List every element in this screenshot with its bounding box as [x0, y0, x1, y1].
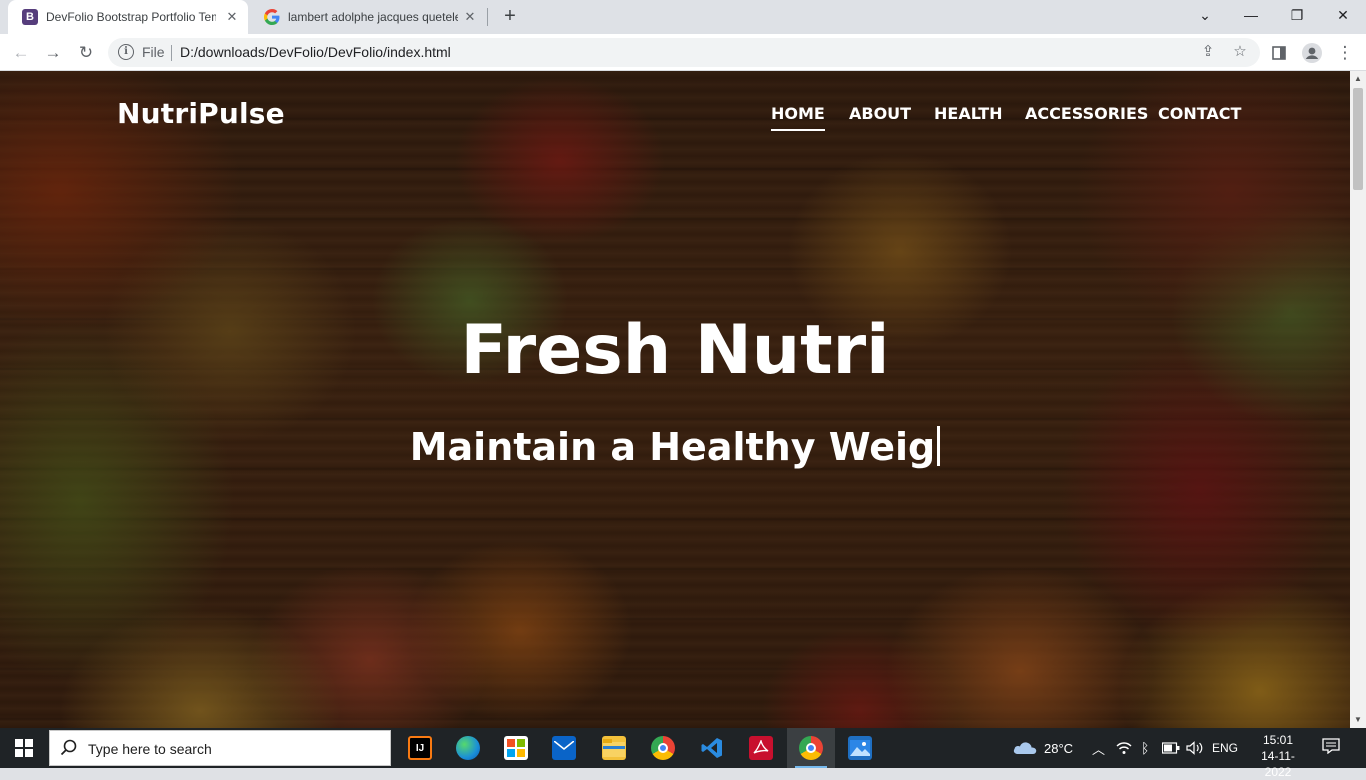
close-tab-icon[interactable]: ✕ [224, 9, 240, 25]
nav-health[interactable]: HEALTH [934, 104, 1003, 123]
hero-subtitle: Maintain a Healthy Weig [409, 425, 936, 469]
page-scrollbar[interactable]: ▲ ▼ [1350, 71, 1366, 728]
weather-widget[interactable]: 28°C [1012, 728, 1073, 768]
bookmark-star-icon[interactable]: ☆ [1230, 42, 1250, 62]
taskbar-store[interactable] [492, 728, 540, 768]
browser-tab-active[interactable]: B DevFolio Bootstrap Portfolio Tem ✕ [8, 0, 248, 34]
edge-icon [456, 736, 480, 760]
hero-subtitle-container: Maintain a Healthy Weig [0, 425, 1350, 469]
battery-icon[interactable] [1162, 728, 1180, 768]
nav-contact[interactable]: CONTACT [1158, 104, 1241, 123]
close-window-button[interactable]: ✕ [1320, 0, 1366, 30]
volume-icon[interactable] [1186, 728, 1204, 768]
url-text[interactable]: D:/downloads/DevFolio/DevFolio/index.htm… [180, 44, 451, 60]
bluetooth-icon[interactable]: ᛒ [1141, 728, 1149, 768]
taskbar-photos[interactable] [836, 728, 884, 768]
chrome-icon [799, 736, 823, 760]
typing-cursor [937, 426, 941, 466]
scroll-up-arrow-icon[interactable]: ▲ [1350, 71, 1366, 87]
minimize-button[interactable]: — [1228, 0, 1274, 30]
taskbar-intellij[interactable]: IJ [396, 728, 444, 768]
hero-title: Fresh Nutri [460, 311, 890, 390]
file-explorer-icon [602, 736, 626, 760]
tab-title: lambert adolphe jacques quetele [288, 10, 458, 24]
vscode-icon [700, 736, 724, 760]
scroll-down-arrow-icon[interactable]: ▼ [1350, 712, 1366, 728]
notification-center-icon[interactable] [1320, 738, 1342, 758]
intellij-icon: IJ [408, 736, 432, 760]
store-icon [504, 736, 528, 760]
browser-tab[interactable]: lambert adolphe jacques quetele ✕ [250, 0, 486, 34]
mail-icon [552, 736, 576, 760]
taskbar-chrome[interactable] [639, 728, 687, 768]
browser-toolbar: ← → ↻ i File D:/downloads/DevFolio/DevFo… [0, 34, 1366, 71]
photos-icon [848, 736, 872, 760]
scroll-thumb[interactable] [1353, 88, 1363, 190]
scheme-label: File [142, 44, 165, 60]
address-divider [171, 45, 172, 61]
site-info-icon[interactable]: i [118, 44, 134, 60]
clock-time: 15:01 [1262, 733, 1294, 747]
language-indicator[interactable]: ENG [1212, 728, 1238, 768]
nav-about[interactable]: ABOUT [849, 104, 911, 123]
taskbar-vscode[interactable] [688, 728, 736, 768]
share-icon[interactable]: ⇪ [1198, 42, 1218, 62]
weather-temp: 28°C [1044, 740, 1074, 756]
forward-button[interactable]: → [39, 39, 67, 67]
reload-button[interactable]: ↻ [72, 39, 100, 67]
tab-search-button[interactable]: ⌄ [1182, 0, 1228, 30]
taskbar-acrobat[interactable] [737, 728, 785, 768]
hero-overlay [0, 71, 1350, 728]
back-button[interactable]: ← [7, 39, 35, 67]
google-icon [264, 9, 280, 25]
taskbar-edge[interactable] [444, 728, 492, 768]
tab-divider [487, 8, 488, 26]
profile-avatar-icon[interactable] [1298, 39, 1326, 67]
address-bar[interactable]: i File D:/downloads/DevFolio/DevFolio/in… [108, 38, 1260, 67]
chrome-icon [651, 736, 675, 760]
hero-section: NutriPulse HOME ABOUT HEALTH ACCESSORIES… [0, 71, 1350, 728]
site-brand[interactable]: NutriPulse [117, 97, 285, 130]
nav-accessories[interactable]: ACCESSORIES [1025, 104, 1148, 123]
browser-tab-strip: B DevFolio Bootstrap Portfolio Tem ✕ lam… [0, 0, 1366, 34]
clock-date: 14-11-2022 [1261, 749, 1295, 779]
search-icon [60, 739, 80, 759]
taskbar-search-box[interactable]: Type here to search [49, 730, 391, 766]
restore-button[interactable]: ❐ [1274, 0, 1320, 30]
page-viewport: NutriPulse HOME ABOUT HEALTH ACCESSORIES… [0, 71, 1366, 728]
bootstrap-icon: B [22, 9, 38, 25]
windows-taskbar: Type here to search IJ 28°C ︿ ᛒ ENG 15:0… [0, 728, 1366, 779]
acrobat-icon [749, 736, 773, 760]
cloud-icon [1012, 739, 1038, 758]
side-panel-icon[interactable] [1265, 39, 1293, 67]
start-button[interactable] [0, 728, 48, 768]
taskbar-chrome-active[interactable] [787, 728, 835, 768]
taskbar-file-explorer[interactable] [590, 728, 638, 768]
browser-menu-icon[interactable]: ⋮ [1331, 39, 1359, 67]
windows-logo-icon [15, 739, 33, 757]
close-tab-icon[interactable]: ✕ [462, 9, 478, 25]
search-placeholder: Type here to search [88, 741, 212, 757]
wifi-icon[interactable] [1116, 728, 1132, 768]
taskbar-mail[interactable] [540, 728, 588, 768]
nav-home[interactable]: HOME [771, 104, 825, 131]
tray-overflow-icon[interactable]: ︿ [1092, 728, 1105, 768]
tab-title: DevFolio Bootstrap Portfolio Tem [46, 10, 216, 24]
new-tab-button[interactable]: + [498, 5, 522, 29]
system-clock[interactable]: 15:01 14-11-2022 [1252, 732, 1304, 780]
